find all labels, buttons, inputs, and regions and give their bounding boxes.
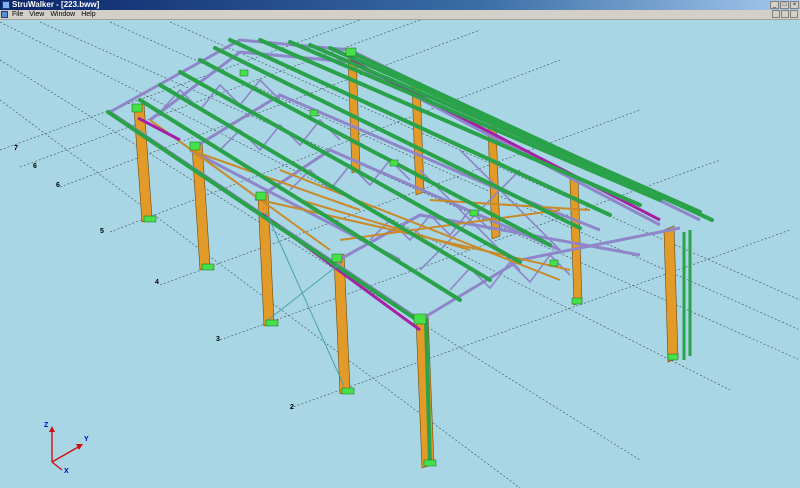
doc-close-button[interactable] [790,10,798,18]
doc-restore-button[interactable] [781,10,789,18]
title-bar: StruWalker - [223.bww] _ □ × [0,0,800,10]
app-icon[interactable] [2,1,10,9]
maximize-button[interactable]: □ [780,1,789,9]
close-button[interactable]: × [790,1,799,9]
axis-triad [49,426,83,471]
axis-y-label: Y [84,436,89,443]
grid-label-7: 7 [14,145,18,152]
cable-bracing [265,211,345,387]
menu-file[interactable]: File [12,10,23,19]
minimize-button[interactable]: _ [770,1,779,9]
grid-label-5: 5 [100,228,104,235]
connections [131,47,679,467]
structure-model [0,20,800,488]
grid-label-4: 4 [155,279,159,286]
menu-bar: File View Window Help [0,10,800,20]
grid-label-6b: 6 [56,182,60,189]
grid-label-2: 2 [290,404,294,411]
axis-x-label: X [64,468,69,475]
menu-view[interactable]: View [29,10,44,19]
doc-minimize-button[interactable] [772,10,780,18]
truss-web [159,78,571,291]
end-column [682,230,692,360]
axis-z-label: Z [44,422,49,429]
grid-label-3: 3 [216,336,220,343]
menu-help[interactable]: Help [81,10,95,19]
window-controls: _ □ × [770,1,799,9]
document-icon[interactable] [1,11,8,18]
columns [133,51,679,469]
window-title: StruWalker - [223.bww] [12,0,100,9]
3d-viewport[interactable]: 7 6 6 5 4 3 2 Z Y X [0,20,800,488]
document-controls [772,10,798,18]
menu-window[interactable]: Window [50,10,75,19]
grid-label-6a: 6 [33,163,37,170]
